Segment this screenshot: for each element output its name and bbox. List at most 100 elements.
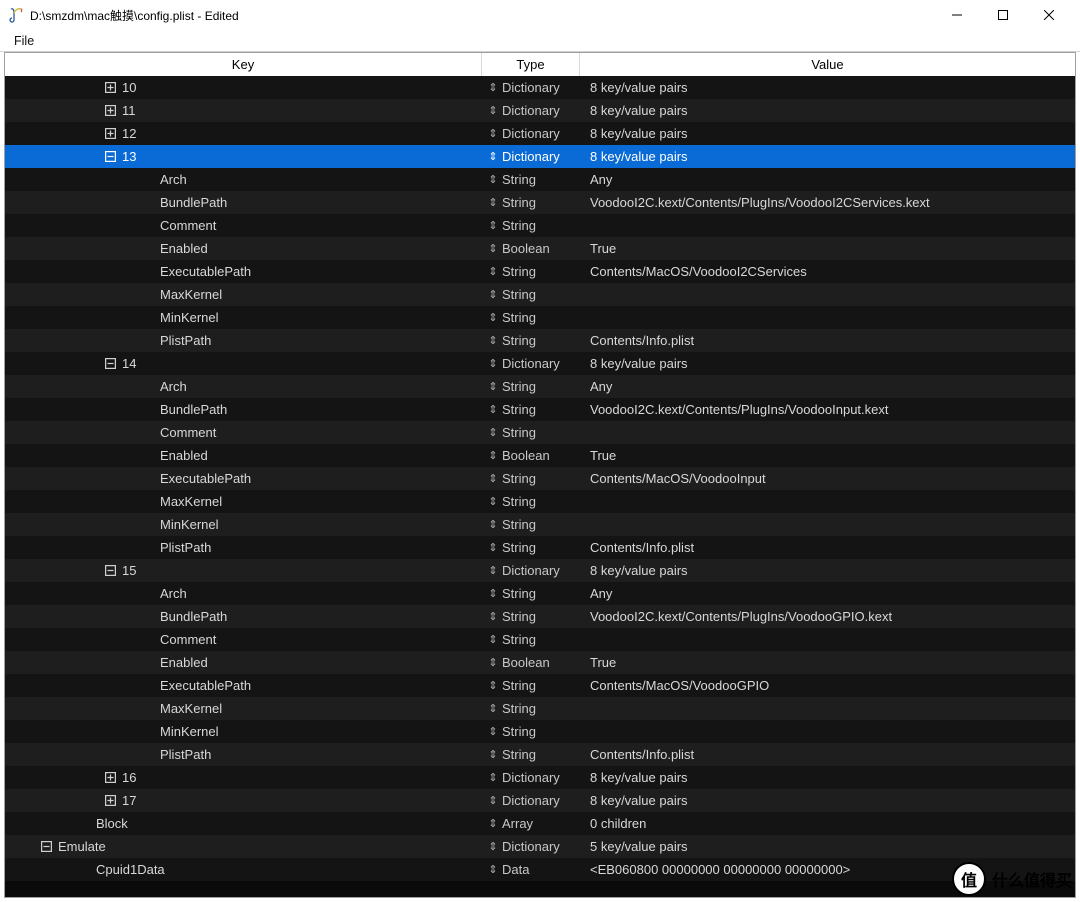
table-row[interactable]: Arch⇕StringAny [5, 375, 1075, 398]
type-stepper-icon[interactable]: ⇕ [486, 725, 500, 738]
cell-value[interactable]: Contents/Info.plist [580, 329, 1075, 352]
cell-key[interactable]: Emulate [5, 835, 482, 858]
table-row[interactable]: Enabled⇕BooleanTrue [5, 444, 1075, 467]
cell-key[interactable]: BundlePath [5, 191, 482, 214]
table-row[interactable]: Enabled⇕BooleanTrue [5, 651, 1075, 674]
cell-value[interactable] [580, 490, 1075, 513]
cell-key[interactable]: 17 [5, 789, 482, 812]
cell-key[interactable]: MinKernel [5, 306, 482, 329]
cell-key[interactable]: 12 [5, 122, 482, 145]
type-stepper-icon[interactable]: ⇕ [486, 357, 500, 370]
expand-icon[interactable] [105, 105, 116, 116]
table-row[interactable]: ExecutablePath⇕StringContents/MacOS/Vood… [5, 467, 1075, 490]
type-stepper-icon[interactable]: ⇕ [486, 196, 500, 209]
cell-value[interactable] [580, 513, 1075, 536]
cell-value[interactable]: 8 key/value pairs [580, 352, 1075, 375]
table-row[interactable]: 16⇕Dictionary8 key/value pairs [5, 766, 1075, 789]
cell-type[interactable]: ⇕String [482, 398, 580, 421]
header-key[interactable]: Key [5, 53, 482, 76]
cell-key[interactable]: 15 [5, 559, 482, 582]
type-stepper-icon[interactable]: ⇕ [486, 495, 500, 508]
cell-value[interactable]: 5 key/value pairs [580, 835, 1075, 858]
table-row[interactable]: Emulate⇕Dictionary5 key/value pairs [5, 835, 1075, 858]
type-stepper-icon[interactable]: ⇕ [486, 472, 500, 485]
type-stepper-icon[interactable]: ⇕ [486, 794, 500, 807]
expand-icon[interactable] [105, 795, 116, 806]
cell-type[interactable]: ⇕String [482, 168, 580, 191]
maximize-button[interactable] [980, 0, 1026, 30]
expand-icon[interactable] [105, 772, 116, 783]
type-stepper-icon[interactable]: ⇕ [486, 311, 500, 324]
type-stepper-icon[interactable]: ⇕ [486, 173, 500, 186]
collapse-icon[interactable] [105, 151, 116, 162]
cell-value[interactable] [580, 306, 1075, 329]
cell-type[interactable]: ⇕String [482, 191, 580, 214]
table-row[interactable]: Block⇕Array0 children [5, 812, 1075, 835]
type-stepper-icon[interactable]: ⇕ [486, 334, 500, 347]
table-row[interactable]: ExecutablePath⇕StringContents/MacOS/Vood… [5, 260, 1075, 283]
cell-value[interactable] [580, 697, 1075, 720]
type-stepper-icon[interactable]: ⇕ [486, 426, 500, 439]
type-stepper-icon[interactable]: ⇕ [486, 449, 500, 462]
cell-type[interactable]: ⇕String [482, 743, 580, 766]
table-row[interactable]: 11⇕Dictionary8 key/value pairs [5, 99, 1075, 122]
cell-key[interactable]: ExecutablePath [5, 674, 482, 697]
cell-type[interactable]: ⇕String [482, 513, 580, 536]
cell-value[interactable]: 8 key/value pairs [580, 99, 1075, 122]
type-stepper-icon[interactable]: ⇕ [486, 380, 500, 393]
table-row[interactable]: 12⇕Dictionary8 key/value pairs [5, 122, 1075, 145]
table-row[interactable]: MaxKernel⇕String [5, 697, 1075, 720]
cell-value[interactable]: Any [580, 375, 1075, 398]
cell-type[interactable]: ⇕String [482, 283, 580, 306]
header-type[interactable]: Type [482, 53, 580, 76]
table-row[interactable]: MinKernel⇕String [5, 513, 1075, 536]
table-row[interactable]: MaxKernel⇕String [5, 490, 1075, 513]
table-body[interactable]: 10⇕Dictionary8 key/value pairs11⇕Diction… [5, 76, 1075, 897]
header-value[interactable]: Value [580, 53, 1075, 76]
cell-value[interactable]: 8 key/value pairs [580, 122, 1075, 145]
type-stepper-icon[interactable]: ⇕ [486, 817, 500, 830]
cell-key[interactable]: Arch [5, 375, 482, 398]
cell-type[interactable]: ⇕Dictionary [482, 766, 580, 789]
cell-key[interactable]: ExecutablePath [5, 467, 482, 490]
cell-value[interactable]: Contents/MacOS/VoodooI2CServices [580, 260, 1075, 283]
cell-key[interactable]: 11 [5, 99, 482, 122]
cell-value[interactable]: Contents/Info.plist [580, 536, 1075, 559]
cell-key[interactable]: MinKernel [5, 720, 482, 743]
table-row[interactable]: 10⇕Dictionary8 key/value pairs [5, 76, 1075, 99]
cell-key[interactable]: PlistPath [5, 536, 482, 559]
cell-key[interactable]: Comment [5, 421, 482, 444]
cell-value[interactable]: 8 key/value pairs [580, 145, 1075, 168]
cell-key[interactable]: BundlePath [5, 605, 482, 628]
cell-value[interactable]: Any [580, 582, 1075, 605]
table-row[interactable]: Comment⇕String [5, 628, 1075, 651]
cell-value[interactable]: Contents/Info.plist [580, 743, 1075, 766]
cell-key[interactable]: Arch [5, 582, 482, 605]
type-stepper-icon[interactable]: ⇕ [486, 610, 500, 623]
cell-key[interactable]: BundlePath [5, 398, 482, 421]
cell-key[interactable]: 10 [5, 76, 482, 99]
cell-type[interactable]: ⇕String [482, 490, 580, 513]
type-stepper-icon[interactable]: ⇕ [486, 771, 500, 784]
cell-value[interactable]: 0 children [580, 812, 1075, 835]
table-row[interactable]: PlistPath⇕StringContents/Info.plist [5, 536, 1075, 559]
cell-type[interactable]: ⇕String [482, 697, 580, 720]
table-row[interactable]: BundlePath⇕StringVoodooI2C.kext/Contents… [5, 605, 1075, 628]
type-stepper-icon[interactable]: ⇕ [486, 81, 500, 94]
cell-key[interactable]: Arch [5, 168, 482, 191]
cell-key[interactable]: MaxKernel [5, 697, 482, 720]
table-row[interactable]: Arch⇕StringAny [5, 582, 1075, 605]
cell-value[interactable] [580, 421, 1075, 444]
cell-value[interactable]: 8 key/value pairs [580, 559, 1075, 582]
table-row[interactable]: BundlePath⇕StringVoodooI2C.kext/Contents… [5, 398, 1075, 421]
cell-type[interactable]: ⇕Dictionary [482, 76, 580, 99]
cell-key[interactable]: 14 [5, 352, 482, 375]
type-stepper-icon[interactable]: ⇕ [486, 518, 500, 531]
cell-value[interactable]: True [580, 444, 1075, 467]
cell-key[interactable]: 16 [5, 766, 482, 789]
cell-key[interactable]: Cpuid1Data [5, 858, 482, 881]
cell-type[interactable]: ⇕String [482, 329, 580, 352]
table-row[interactable]: 15⇕Dictionary8 key/value pairs [5, 559, 1075, 582]
table-row[interactable]: ExecutablePath⇕StringContents/MacOS/Vood… [5, 674, 1075, 697]
type-stepper-icon[interactable]: ⇕ [486, 219, 500, 232]
